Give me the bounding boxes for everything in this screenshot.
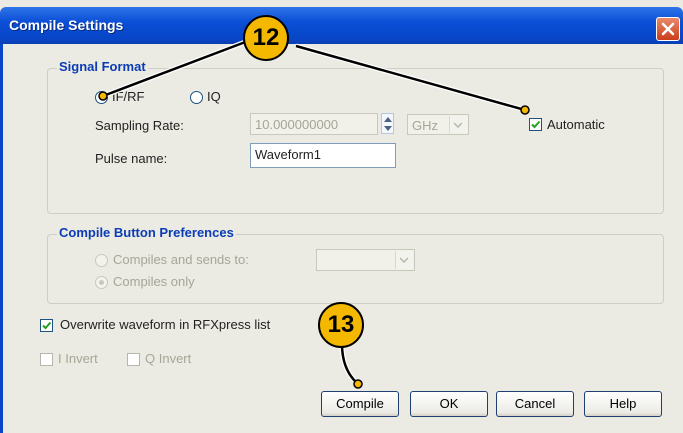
callout-endpoint [520,105,530,115]
callout-12: 12 [243,15,289,61]
callout-leaders [98,38,530,389]
callout-endpoint [353,379,363,389]
callout-13: 13 [318,302,364,348]
callout-endpoint [98,91,108,101]
